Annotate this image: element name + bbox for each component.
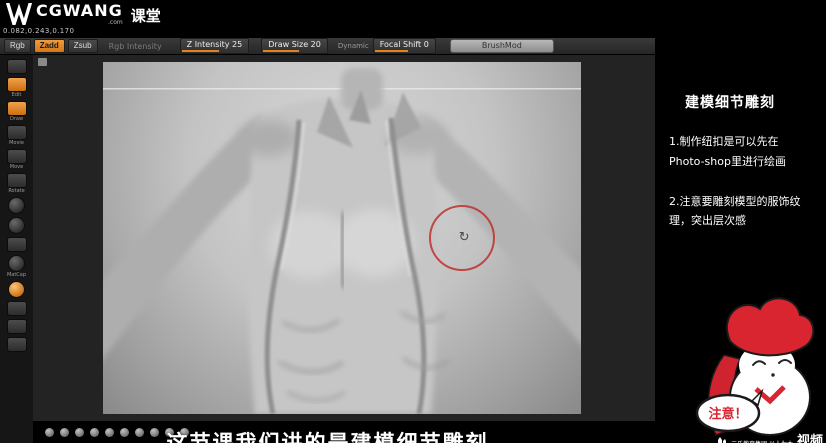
lesson-note-2: 2.注意要雕刻模型的服饰纹理，突出层次感 (669, 194, 801, 228)
brand-logo: CGWANG .com 课堂 (6, 3, 161, 26)
left-shelf: Edit Draw Movie Move Rotate MatCap (0, 55, 33, 443)
rgb-intensity-label: Rgb Intensity (108, 41, 162, 51)
shelf-item-label: MatCap (6, 272, 27, 278)
brush-cursor-ring: ↻ (429, 205, 495, 271)
matcap-icon[interactable] (7, 255, 25, 272)
video-subtitle: 这节课我们讲的是建模细节雕刻 (166, 431, 489, 443)
rotate-cursor-icon: ↻ (458, 229, 470, 245)
movie-icon[interactable] (6, 125, 27, 140)
draw-brush-icon[interactable] (6, 101, 27, 116)
shelf-item-label: Rotate (8, 188, 25, 194)
alpha-icon[interactable] (8, 217, 25, 234)
dynamic-label: Dynamic (337, 42, 369, 50)
color-coords-readout: 0.082,0.243,0.170 (3, 27, 75, 35)
shelf-item-label: Draw (9, 116, 24, 122)
draw-size-slider[interactable]: Draw Size 20 (261, 38, 328, 54)
sculpt-render (103, 68, 581, 414)
shelf-item-label: Move (9, 164, 24, 170)
subtool-icon[interactable] (6, 319, 27, 334)
document-icon[interactable] (6, 59, 27, 74)
texture-icon[interactable] (6, 237, 27, 252)
footer-logo-icon (718, 437, 727, 443)
footer-video-text: 视频 (796, 434, 823, 443)
lesson-note-1: 1.制作纽扣是可以先在Photo-shop里进行绘画 (669, 135, 786, 168)
mascot-character: 注意！ (695, 297, 815, 436)
shelf-item-label: Edit (11, 92, 22, 98)
brushmod-slider[interactable]: BrushMod (449, 39, 554, 53)
cgwang-logo-icon (6, 3, 32, 25)
brand-domain: .com (107, 19, 123, 26)
app-window: CGWANG .com 课堂 0.082,0.243,0.170 Rgb Zad… (0, 0, 826, 443)
viewport-area[interactable]: ↻ (33, 55, 655, 421)
mascot-hat (726, 297, 815, 357)
rgb-button[interactable]: Rgb (4, 39, 31, 53)
edit-pencil-icon[interactable] (6, 77, 27, 92)
layer-icon[interactable] (6, 337, 27, 352)
viewport-menu-icon[interactable] (38, 58, 47, 66)
focal-shift-slider[interactable]: Focal Shift 0 (372, 38, 436, 54)
lesson-panel: 建模细节雕刻 1.制作纽扣是可以先在Photo-shop里进行绘画 2.注意要雕… (655, 0, 826, 443)
rotate-icon[interactable] (6, 173, 27, 188)
lesson-title: 建模细节雕刻 (685, 95, 775, 111)
brand-name: CGWANG (36, 1, 123, 20)
brand-suffix: 课堂 (130, 7, 161, 25)
mascot-mouth (771, 373, 775, 377)
zsub-button[interactable]: Zsub (67, 39, 98, 53)
z-intensity-slider[interactable]: Z Intensity 25 (179, 38, 250, 54)
stroke-icon[interactable] (8, 197, 25, 214)
zbrush-toolbar: Rgb Zadd Zsub Rgb Intensity Z Intensity … (0, 38, 658, 55)
footer-brand: 三氏教育集团 以人为本 视频 (717, 435, 823, 443)
speech-bubble-text: 注意！ (708, 406, 747, 422)
material-sphere-icon[interactable] (8, 281, 25, 298)
move-icon[interactable] (6, 149, 27, 164)
color-swatch-icon[interactable] (6, 301, 27, 316)
zadd-button[interactable]: Zadd (33, 39, 65, 53)
shelf-item-label: Movie (9, 140, 24, 146)
sculpt-document[interactable]: ↻ (103, 62, 581, 414)
